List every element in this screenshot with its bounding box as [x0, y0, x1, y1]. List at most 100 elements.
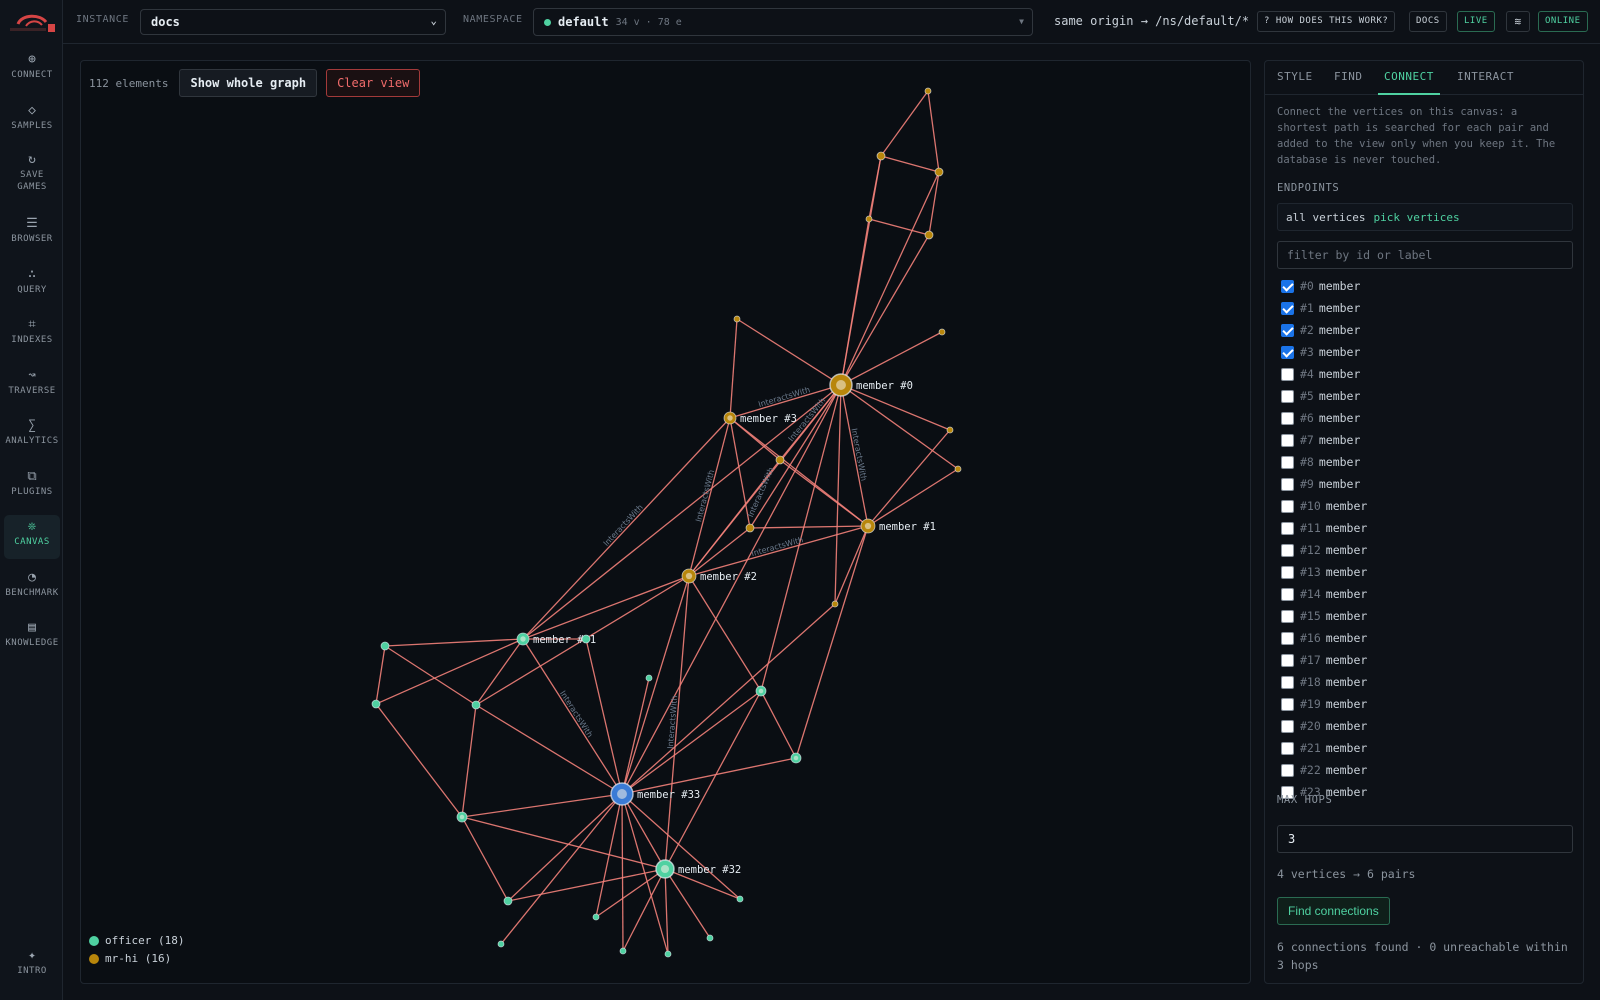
instance-select[interactable]: docs ⌄: [140, 9, 446, 35]
vertex-list-item[interactable]: #3 member: [1277, 341, 1573, 363]
endpoint-option-pick[interactable]: pick vertices: [1373, 208, 1459, 227]
node-circle[interactable]: [924, 87, 932, 95]
graph-edge[interactable]: [621, 793, 741, 900]
vertex-list-item[interactable]: #4 member: [1277, 363, 1573, 385]
node-circle[interactable]: [745, 523, 755, 533]
max-hops-input[interactable]: 3: [1277, 825, 1573, 853]
graph-edge[interactable]: [834, 384, 842, 605]
graph-node[interactable]: [581, 634, 591, 644]
vertex-checkbox[interactable]: [1281, 609, 1294, 623]
node-circle[interactable]: [924, 230, 934, 240]
vertex-checkbox[interactable]: [1281, 389, 1294, 403]
tab-style[interactable]: Style: [1277, 61, 1313, 95]
graph-edge[interactable]: [621, 793, 666, 870]
graph-node[interactable]: [865, 215, 873, 223]
rail-item-analytics[interactable]: ∑ Analytics: [4, 414, 60, 447]
graph-node[interactable]: [954, 465, 962, 473]
graph-node[interactable]: [503, 896, 513, 906]
rail-item-connect[interactable]: ⊕ Connect: [4, 48, 60, 81]
vertex-checkbox[interactable]: [1281, 741, 1294, 755]
vertex-checkbox[interactable]: [1281, 345, 1294, 359]
graph-edge[interactable]: [585, 638, 623, 795]
node-circle[interactable]: [645, 674, 653, 682]
graph-edge[interactable]: [749, 525, 869, 529]
vertex-checkbox[interactable]: [1281, 323, 1294, 337]
vertex-list-item[interactable]: #17 member: [1277, 649, 1573, 671]
node-circle[interactable]: [775, 455, 785, 465]
graph-node[interactable]: [790, 752, 802, 764]
graph-node[interactable]: [876, 151, 886, 161]
vertex-list-item[interactable]: #22 member: [1277, 759, 1573, 781]
vertex-checkbox[interactable]: [1281, 301, 1294, 315]
graph-edge[interactable]: [729, 318, 738, 419]
graph-edge[interactable]: [384, 645, 477, 706]
node-circle[interactable]: [371, 699, 381, 709]
graph-node[interactable]: [619, 947, 627, 955]
vertex-list-item[interactable]: #2 member: [1277, 319, 1573, 341]
vertex-checkbox[interactable]: [1281, 587, 1294, 601]
vertex-list-item[interactable]: #13 member: [1277, 561, 1573, 583]
vertex-list-item[interactable]: #19 member: [1277, 693, 1573, 715]
graph-edge[interactable]: [868, 218, 930, 236]
graph-edge[interactable]: [375, 638, 524, 705]
graph-edge[interactable]: [621, 575, 690, 795]
graph-edge[interactable]: [384, 638, 524, 647]
vertex-checkbox[interactable]: [1281, 455, 1294, 469]
vertex-list[interactable]: #0 member #1 member #2 member #3 member #4 member…: [1277, 275, 1573, 851]
graph-edge[interactable]: [621, 603, 836, 795]
tab-interact[interactable]: Interact: [1457, 61, 1514, 95]
vertex-list-item[interactable]: #15 member: [1277, 605, 1573, 627]
graph-node[interactable]: [946, 426, 954, 434]
tab-connect[interactable]: Connect: [1378, 61, 1440, 95]
graph-edge[interactable]: [760, 690, 797, 759]
rail-item-traverse[interactable]: ↝ Traverse: [4, 364, 60, 397]
graph-node[interactable]: [664, 950, 672, 958]
endpoint-option-all[interactable]: all vertices: [1286, 208, 1365, 227]
graph-edge[interactable]: [927, 90, 940, 173]
vertex-checkbox[interactable]: [1281, 499, 1294, 513]
node-circle[interactable]: [736, 895, 744, 903]
graph-edge[interactable]: [622, 868, 666, 952]
rail-item-intro[interactable]: ✦ Intro: [4, 944, 60, 977]
graph-edge[interactable]: [522, 575, 690, 640]
vertex-list-item[interactable]: #7 member: [1277, 429, 1573, 451]
graph-edge[interactable]: [688, 527, 751, 577]
node-circle[interactable]: [581, 634, 591, 644]
tab-find[interactable]: Find: [1334, 61, 1363, 95]
node-circle[interactable]: [592, 913, 600, 921]
docs-button[interactable]: Docs: [1409, 11, 1447, 32]
graph-node[interactable]: [380, 641, 390, 651]
graph-edge[interactable]: [688, 575, 762, 692]
vertex-checkbox[interactable]: [1281, 367, 1294, 381]
vertex-checkbox[interactable]: [1281, 433, 1294, 447]
node-circle[interactable]: [706, 934, 714, 942]
graph-node[interactable]: member #1: [860, 518, 936, 534]
node-circle[interactable]: [938, 328, 946, 336]
graph-edge[interactable]: [375, 703, 463, 818]
graph-node[interactable]: member #0: [829, 373, 913, 397]
rail-item-canvas[interactable]: ❊ Canvas: [4, 515, 60, 559]
clear-view-button[interactable]: Clear view: [326, 69, 421, 97]
graph-edge[interactable]: [867, 429, 951, 527]
live-button[interactable]: Live: [1457, 11, 1495, 32]
graph-node[interactable]: [831, 600, 839, 608]
node-circle[interactable]: [954, 465, 962, 473]
graph-edge[interactable]: [461, 793, 623, 818]
namespace-select[interactable]: default 34 v · 78 e ▼: [533, 8, 1033, 36]
graph-edge[interactable]: [736, 318, 842, 386]
vertex-checkbox[interactable]: [1281, 477, 1294, 491]
graph-edge[interactable]: [664, 690, 762, 870]
vertex-list-item[interactable]: #18 member: [1277, 671, 1573, 693]
vertex-list-item[interactable]: #5 member: [1277, 385, 1573, 407]
vertex-checkbox[interactable]: [1281, 411, 1294, 425]
graph-edge[interactable]: [664, 868, 711, 939]
vertex-checkbox[interactable]: [1281, 565, 1294, 579]
vertex-checkbox[interactable]: [1281, 521, 1294, 535]
graph-node[interactable]: [736, 895, 744, 903]
graph-edge[interactable]: [595, 793, 623, 918]
vertex-checkbox[interactable]: [1281, 631, 1294, 645]
node-circle[interactable]: [831, 600, 839, 608]
graph-edge[interactable]: [522, 638, 623, 795]
vertex-checkbox[interactable]: [1281, 719, 1294, 733]
help-button[interactable]: ? How does this work?: [1257, 11, 1396, 32]
